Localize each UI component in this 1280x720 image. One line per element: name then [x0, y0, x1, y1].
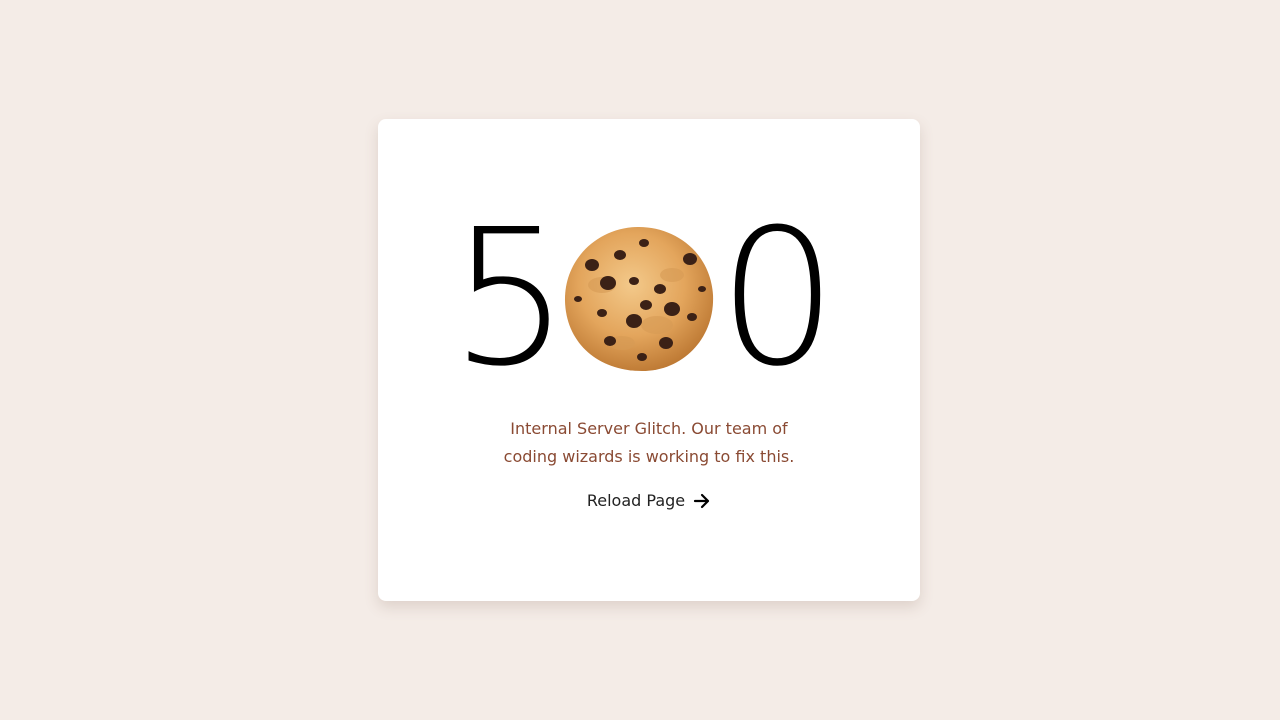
error-message-line-2: coding wizards is working to fix this. [503, 447, 795, 466]
error-message: Internal Server Glitch. Our team of codi… [378, 415, 920, 471]
reload-page-link[interactable]: Reload Page [378, 491, 920, 510]
error-digit-last: 0 [718, 189, 838, 408]
error-message-line-1: Internal Server Glitch. Our team of [510, 419, 788, 438]
error-digit-first: 5 [450, 189, 570, 408]
cookie-icon [564, 227, 714, 371]
arrow-right-icon [694, 493, 710, 508]
error-card: 5 0 Internal Server Glitch. Our team of … [378, 119, 920, 601]
reload-page-label: Reload Page [586, 491, 686, 510]
error-code: 5 0 [378, 189, 920, 408]
